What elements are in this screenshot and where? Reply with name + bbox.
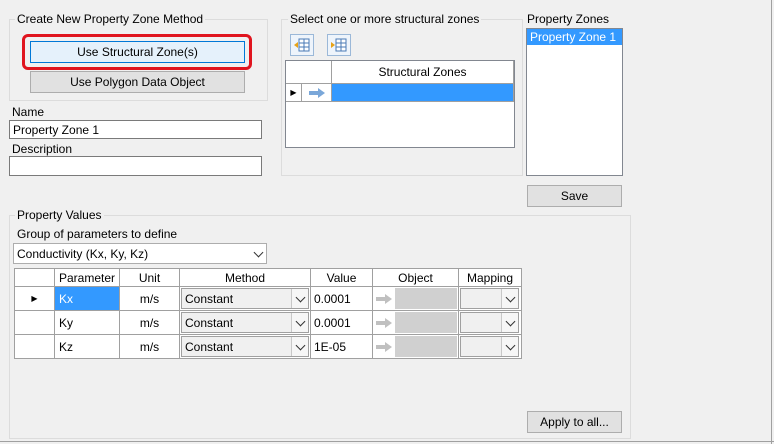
window-right-border <box>771 0 772 444</box>
mapping-select-kx[interactable] <box>460 288 519 309</box>
method-select-kx[interactable]: Constant <box>181 288 309 309</box>
method-group-title: Create New Property Zone Method <box>15 12 206 26</box>
name-field[interactable]: Property Zone 1 <box>9 120 262 139</box>
grid-corner-header <box>15 269 55 287</box>
mapping-cell-ky[interactable] <box>459 311 521 335</box>
object-slot <box>395 312 457 333</box>
arrow-right-icon[interactable] <box>373 317 395 328</box>
name-label: Name <box>12 105 45 119</box>
method-value-kx: Constant <box>185 291 234 306</box>
method-cell-ky[interactable]: Constant <box>180 311 311 335</box>
method-select-ky[interactable]: Constant <box>181 312 309 333</box>
arrow-right-icon[interactable] <box>373 341 395 352</box>
object-header[interactable]: Object <box>373 269 459 287</box>
chevron-down-icon <box>291 337 308 356</box>
grid-corner <box>286 61 332 84</box>
mapping-header[interactable]: Mapping <box>459 269 521 287</box>
mapping-cell-kz[interactable] <box>459 335 521 358</box>
value-cell-ky[interactable]: 0.0001 <box>311 311 373 335</box>
structural-zone-cell[interactable] <box>332 84 514 102</box>
description-field[interactable] <box>9 156 262 176</box>
row-selector-ky[interactable] <box>15 311 55 335</box>
property-zones-list[interactable]: Property Zone 1 <box>526 28 623 176</box>
object-cell-ky[interactable] <box>373 311 459 335</box>
unit-cell-ky: m/s <box>120 311 180 335</box>
parameter-cell-ky[interactable]: Ky <box>55 311 120 335</box>
group-params-label: Group of parameters to define <box>17 227 178 241</box>
row-pointer-icon: ▶ <box>31 294 38 303</box>
object-cell-kx[interactable] <box>373 287 459 311</box>
unit-header[interactable]: Unit <box>120 269 180 287</box>
property-values-title: Property Values <box>15 208 104 222</box>
parameter-group-value: Conductivity (Kx, Ky, Kz) <box>17 246 149 261</box>
parameter-header[interactable]: Parameter <box>55 269 120 287</box>
mapping-select-kz[interactable] <box>460 336 519 357</box>
object-slot <box>395 336 457 357</box>
property-zones-label: Property Zones <box>527 12 610 26</box>
arrow-cell[interactable] <box>302 84 332 102</box>
chevron-down-icon <box>501 313 518 332</box>
value-cell-kx[interactable]: 0.0001 <box>311 287 373 311</box>
structural-group-title: Select one or more structural zones <box>288 12 482 26</box>
value-cell-kz[interactable]: 1E-05 <box>311 335 373 358</box>
method-cell-kx[interactable]: Constant <box>180 287 311 311</box>
description-label: Description <box>12 142 73 156</box>
object-slot <box>395 288 457 309</box>
method-header[interactable]: Method <box>180 269 311 287</box>
remove-rows-icon[interactable] <box>327 34 351 56</box>
arrow-right-icon <box>308 87 325 98</box>
parameter-cell-kz[interactable]: Kz <box>55 335 120 358</box>
row-pointer-icon: ▶ <box>286 84 302 102</box>
arrow-right-icon[interactable] <box>373 293 395 304</box>
chevron-down-icon <box>291 289 308 308</box>
mapping-cell-kx[interactable] <box>459 287 521 311</box>
row-selector-kz[interactable] <box>15 335 55 358</box>
chevron-down-icon <box>501 289 518 308</box>
save-button[interactable]: Save <box>527 185 622 207</box>
structural-zones-header[interactable]: Structural Zones <box>332 61 514 84</box>
chevron-down-icon <box>250 244 266 263</box>
unit-cell-kz: m/s <box>120 335 180 358</box>
method-select-kz[interactable]: Constant <box>181 336 309 357</box>
method-value-ky: Constant <box>185 315 234 330</box>
mapping-select-ky[interactable] <box>460 312 519 333</box>
method-value-kz: Constant <box>185 339 234 354</box>
property-zone-item[interactable]: Property Zone 1 <box>527 29 622 45</box>
value-header[interactable]: Value <box>311 269 373 287</box>
add-rows-icon[interactable] <box>290 34 314 56</box>
chevron-down-icon <box>291 313 308 332</box>
parameter-cell-kx[interactable]: Kx <box>55 287 120 311</box>
apply-to-all-button[interactable]: Apply to all... <box>527 411 622 433</box>
use-polygon-data-object-button[interactable]: Use Polygon Data Object <box>30 71 245 93</box>
property-values-grid[interactable]: Parameter Unit Method Value Object Mappi… <box>14 268 522 359</box>
unit-cell-kx: m/s <box>120 287 180 311</box>
method-cell-kz[interactable]: Constant <box>180 335 311 358</box>
row-selector-kx[interactable]: ▶ <box>15 287 55 311</box>
parameter-group-select[interactable]: Conductivity (Kx, Ky, Kz) <box>13 243 267 264</box>
use-structural-zones-button[interactable]: Use Structural Zone(s) <box>30 41 245 63</box>
window-bottom-border <box>0 441 774 442</box>
object-cell-kz[interactable] <box>373 335 459 358</box>
structural-zones-grid[interactable]: Structural Zones ▶ <box>285 60 515 148</box>
chevron-down-icon <box>501 337 518 356</box>
